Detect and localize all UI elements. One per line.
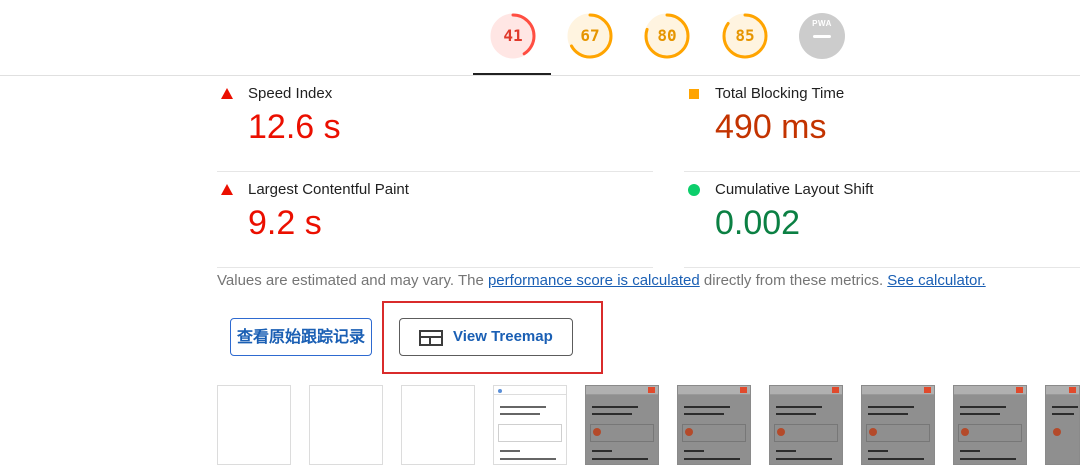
gauge-pwa[interactable]: PWA bbox=[798, 12, 846, 60]
triangle-icon bbox=[221, 184, 233, 195]
frame-badge-icon bbox=[832, 387, 839, 393]
filmstrip-frame bbox=[309, 385, 383, 465]
pwa-dash-icon bbox=[813, 35, 831, 38]
metric-largest-contentful-paint: Largest Contentful Paint 9.2 s bbox=[217, 172, 653, 268]
frame-avatar-icon bbox=[1053, 428, 1061, 436]
note-text: directly from these metrics. bbox=[699, 272, 888, 289]
frame-badge-icon bbox=[924, 387, 931, 393]
view-treemap-button[interactable]: View Treemap bbox=[399, 318, 573, 356]
metric-label: Largest Contentful Paint bbox=[248, 181, 409, 198]
metric-value: 9.2 s bbox=[248, 204, 322, 242]
frame-avatar-icon bbox=[869, 428, 877, 436]
note-text: Values are estimated and may vary. The bbox=[217, 272, 488, 289]
frame-content-box bbox=[498, 424, 562, 442]
active-tab-underline bbox=[473, 73, 551, 75]
frame-logo-icon bbox=[498, 389, 502, 393]
gauge-score: 67 bbox=[580, 26, 600, 45]
gauge-accessibility[interactable]: 67 bbox=[566, 12, 614, 60]
frame-badge-icon bbox=[648, 387, 655, 393]
frame-badge-icon bbox=[740, 387, 747, 393]
frame-text-line bbox=[960, 406, 1006, 408]
triangle-icon bbox=[221, 88, 233, 99]
filmstrip-frame bbox=[861, 385, 935, 465]
gauge-best-practices[interactable]: 80 bbox=[643, 12, 691, 60]
metric-cumulative-layout-shift: Cumulative Layout Shift 0.002 bbox=[684, 172, 1080, 268]
gauge-score: 85 bbox=[735, 26, 755, 45]
metric-label: Total Blocking Time bbox=[715, 85, 845, 102]
metric-speed-index: Speed Index 12.6 s bbox=[217, 76, 653, 172]
frame-avatar-icon bbox=[593, 428, 601, 436]
filmstrip-frame bbox=[769, 385, 843, 465]
metric-value: 490 ms bbox=[715, 108, 827, 146]
frame-text-line bbox=[500, 406, 546, 408]
gauge-score: 41 bbox=[503, 26, 523, 45]
frame-text-line bbox=[1052, 406, 1078, 408]
score-gauges-bar: 41 67 80 85 PWA bbox=[0, 0, 1080, 76]
square-icon bbox=[689, 89, 699, 99]
view-original-trace-button[interactable]: 查看原始跟踪记录 bbox=[230, 318, 372, 356]
frame-avatar-icon bbox=[685, 428, 693, 436]
frame-text-line bbox=[684, 406, 730, 408]
score-calculation-link[interactable]: performance score is calculated bbox=[488, 272, 700, 289]
metric-label: Cumulative Layout Shift bbox=[715, 181, 874, 198]
frame-text-line bbox=[776, 413, 816, 415]
gauge-performance[interactable]: 41 bbox=[489, 12, 537, 60]
frame-text-line bbox=[592, 413, 632, 415]
frame-text-line bbox=[684, 413, 724, 415]
frame-text-line bbox=[500, 413, 540, 415]
frame-text-line bbox=[1052, 413, 1074, 415]
see-calculator-link[interactable]: See calculator. bbox=[887, 272, 985, 289]
metric-label: Speed Index bbox=[248, 85, 333, 102]
filmstrip-frame bbox=[585, 385, 659, 465]
frame-text-line bbox=[500, 450, 520, 452]
frame-text-line bbox=[868, 413, 908, 415]
frame-text-line bbox=[960, 458, 1016, 460]
frame-text-line bbox=[776, 458, 832, 460]
frame-text-line bbox=[592, 458, 648, 460]
treemap-icon bbox=[419, 330, 443, 346]
metrics-disclaimer: Values are estimated and may vary. The p… bbox=[217, 272, 986, 289]
divider bbox=[217, 267, 653, 268]
frame-text-line bbox=[592, 450, 612, 452]
frame-text-line bbox=[960, 450, 980, 452]
frame-toolbar bbox=[494, 386, 566, 395]
frame-text-line bbox=[776, 450, 796, 452]
frame-text-line bbox=[868, 450, 888, 452]
filmstrip-frame bbox=[953, 385, 1027, 465]
frame-badge-icon bbox=[1069, 387, 1076, 393]
filmstrip-frame bbox=[493, 385, 567, 465]
filmstrip-frame bbox=[401, 385, 475, 465]
frame-text-line bbox=[868, 458, 924, 460]
gauge-score: 80 bbox=[657, 26, 677, 45]
frame-avatar-icon bbox=[961, 428, 969, 436]
frame-text-line bbox=[684, 450, 704, 452]
view-treemap-label: View Treemap bbox=[453, 328, 553, 345]
filmstrip-frame bbox=[677, 385, 751, 465]
gauge-seo[interactable]: 85 bbox=[721, 12, 769, 60]
pwa-label: PWA bbox=[812, 19, 832, 28]
filmstrip-frame bbox=[1045, 385, 1080, 465]
frame-avatar-icon bbox=[777, 428, 785, 436]
frame-text-line bbox=[684, 458, 740, 460]
metric-value: 0.002 bbox=[715, 204, 801, 242]
frame-text-line bbox=[500, 458, 556, 460]
frame-text-line bbox=[592, 406, 638, 408]
circle-icon bbox=[688, 184, 700, 196]
frame-text-line bbox=[776, 406, 822, 408]
frame-badge-icon bbox=[1016, 387, 1023, 393]
filmstrip-frame bbox=[217, 385, 291, 465]
frame-text-line bbox=[960, 413, 1000, 415]
frame-text-line bbox=[868, 406, 914, 408]
metric-value: 12.6 s bbox=[248, 108, 341, 146]
metric-total-blocking-time: Total Blocking Time 490 ms bbox=[684, 76, 1080, 172]
divider bbox=[684, 267, 1080, 268]
